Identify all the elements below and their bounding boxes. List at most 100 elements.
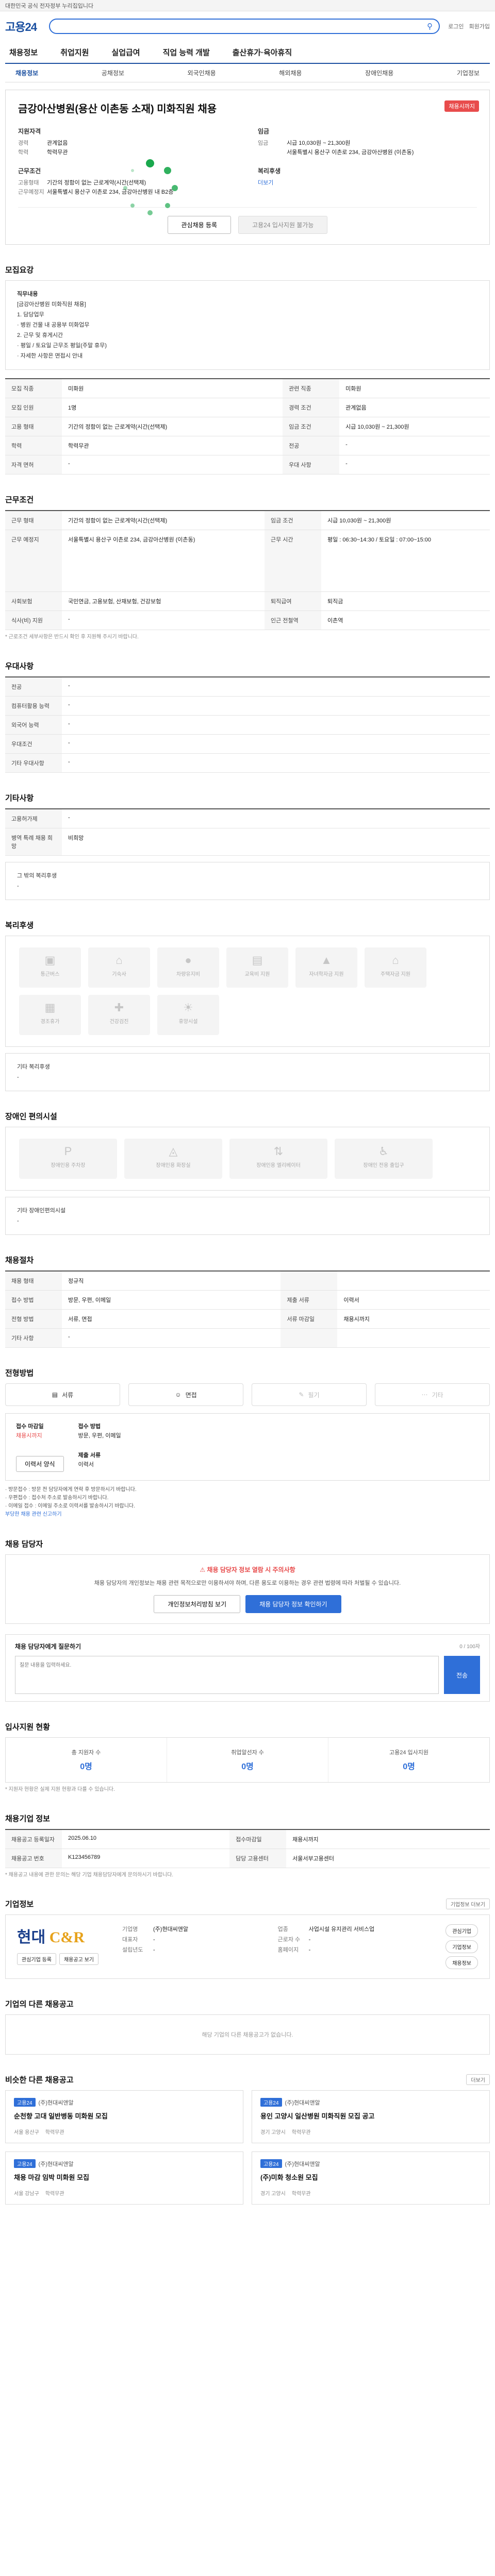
snb-item-company[interactable]: 기업정보 — [457, 69, 480, 77]
company-jobs-button[interactable]: 채용공고 보기 — [59, 1953, 98, 1965]
fav-company-button[interactable]: 관심기업 등록 — [17, 1953, 56, 1965]
card-meta: 학력무관 — [291, 2130, 311, 2136]
cell — [337, 1328, 490, 1348]
document-icon: ▤ — [52, 1391, 58, 1398]
status-label: 고용24 입사지원 — [389, 1750, 428, 1756]
company-side-button[interactable]: 관심기업 — [446, 1924, 478, 1937]
education-value: 학력무관 — [47, 149, 68, 156]
parking-icon: P — [64, 1145, 72, 1158]
status-row: 총 지원자 수 0명 취업알선자 수 0명 고용24 입사지원 0명 — [5, 1737, 490, 1783]
status-online: 고용24 입사지원 0명 — [328, 1738, 489, 1782]
snb-item-overseas[interactable]: 해외채용 — [279, 69, 302, 77]
gnb-item-training[interactable]: 직업 능력 개발 — [163, 47, 210, 58]
resume-form-button[interactable]: 이력서 양식 — [16, 1456, 64, 1472]
company-val: (주)현대씨앤알 — [153, 1926, 189, 1933]
job-card[interactable]: 고용24 (주)현대씨앤알 채용 마감 임박 미화원 모집 서울 강남구 학력무관 — [5, 2151, 243, 2205]
cell: - — [62, 611, 265, 630]
welfare-panel: ▣ 통근버스 ⌂ 기숙사 ● 차량유지비 ▤ 교육비 지원 ▲ 자녀학자금 지원 ⌂ 주택자… — [5, 936, 490, 1047]
site-logo[interactable]: 고용24 — [5, 18, 37, 35]
snb-item-foreign[interactable]: 외국인채용 — [188, 69, 216, 77]
graduation-icon: ▲ — [321, 954, 332, 967]
cell — [337, 1271, 490, 1291]
snb-item-disabled[interactable]: 장애인채용 — [365, 69, 393, 77]
card-company: (주)현대씨앤알 — [38, 2161, 74, 2167]
welfare-label: 자녀학자금 지원 — [309, 972, 344, 977]
card-title: 순천향 고대 일반병동 미화원 모집 — [14, 2112, 108, 2120]
gnb-item-unemployment-benefit[interactable]: 실업급여 — [111, 47, 140, 58]
signup-link[interactable]: 회원가입 — [469, 22, 490, 30]
cell: - — [62, 696, 490, 716]
gnb-item-jobs[interactable]: 채용정보 — [9, 47, 38, 58]
toilet-icon: ◬ — [169, 1145, 178, 1158]
cell: 학력무관 — [62, 436, 283, 455]
method-row: ▤ 서류 ☺ 면접 ✎ 필기 ⋯ 기타 — [5, 1383, 490, 1406]
selection-table: 채용 형태 정규직 접수 방법 방문, 우편, 이메일 제출 서류 이력서 전형 방법 서… — [5, 1270, 490, 1348]
cell: 채용공고 등록일자 — [5, 1829, 62, 1849]
notice-line: · 방문접수 : 방문 전 담당자에게 연락 후 방문하시기 바랍니다. — [5, 1487, 137, 1493]
etc-title: 기타사항 — [5, 794, 34, 803]
welfare-label: 건강검진 — [109, 1019, 129, 1025]
card-meta: 서울 용산구 — [14, 2130, 39, 2136]
facility-entrance: ♿ 장애인 전용 출입구 — [335, 1139, 433, 1179]
welfare-title: 복리후생 — [5, 921, 34, 930]
similar-cards: 고용24 (주)현대씨앤알 순천향 고대 일반병동 미화원 모집 서울 용산구 학력… — [5, 2090, 490, 2205]
company-val: - — [153, 1937, 155, 1943]
cell: 채용시까지 — [337, 1309, 490, 1329]
cell: 제출 서류 — [280, 1290, 338, 1310]
job-card[interactable]: 고용24 (주)현대씨앤알 순천향 고대 일반병동 미화원 모집 서울 용산구 학력… — [5, 2090, 243, 2143]
work-cond-table: 근무 형태 기간의 정함이 없는 근로계약(시간(선택제) 임금 조건 시급 10,0… — [5, 510, 490, 630]
company-logo-main: 현대 — [17, 1929, 46, 1946]
card-company: (주)현대씨앤알 — [38, 2100, 74, 2106]
company-more-link[interactable]: 기업정보 더보기 — [446, 1899, 490, 1909]
company-side-button[interactable]: 채용정보 — [446, 1956, 478, 1969]
welfare-label: 휴양시설 — [178, 1019, 198, 1025]
cell: 관계없음 — [339, 398, 490, 417]
welfare-more-link[interactable]: 더보기 — [258, 178, 273, 188]
cell: K123456789 — [62, 1849, 230, 1868]
cell: 1명 — [62, 398, 283, 417]
privacy-policy-button[interactable]: 개인정보처리방침 보기 — [154, 1595, 241, 1613]
etc-extra-label: 그 밖의 복리후생 — [17, 873, 57, 879]
welfare-other: 기타 복리후생 - — [5, 1053, 490, 1091]
car-icon: ● — [185, 954, 192, 967]
report-link[interactable]: 부당한 채용 관련 신고하기 — [5, 1511, 490, 1519]
cell: 이력서 — [337, 1290, 490, 1310]
welfare-label: 차량유지비 — [176, 972, 200, 977]
similar-more-link[interactable]: 더보기 — [466, 2074, 490, 2085]
cell: 모집 인원 — [5, 398, 62, 417]
qualification-heading: 지원자격 — [18, 128, 41, 135]
cell: 서류, 면접 — [62, 1309, 281, 1329]
cell: 근무 형태 — [5, 511, 62, 530]
search-input[interactable]: ⚲ — [48, 19, 440, 34]
job-card[interactable]: 고용24 (주)현대씨앤알 용인 고양시 일산병원 미화직원 모집 공고 경기 고… — [252, 2090, 490, 2143]
facility-elevator: ⇅ 장애인용 엘리베이터 — [229, 1139, 327, 1179]
gnb-item-leave[interactable]: 출산휴가·육아휴직 — [233, 47, 292, 58]
health-icon: ✚ — [114, 1001, 124, 1014]
job-card[interactable]: 고용24 (주)현대씨앤알 (주)미화 청소원 모집 경기 고양시 학력무관 — [252, 2151, 490, 2205]
card-meta: 경기 고양시 — [260, 2191, 286, 2197]
welfare-heading: 복리후생 — [258, 167, 281, 175]
login-link[interactable]: 로그인 — [448, 22, 464, 30]
cell: - — [62, 715, 490, 735]
inquiry-send-button[interactable]: 전송 — [444, 1656, 480, 1694]
cell: 정규직 — [62, 1271, 281, 1291]
company-side-button[interactable]: 기업정보 — [446, 1940, 478, 1953]
view-contact-button[interactable]: 채용 담당자 정보 확인하기 — [245, 1595, 341, 1613]
cell: 임금 조건 — [264, 511, 321, 530]
welfare-leave: ▦ 경조휴가 — [19, 995, 81, 1035]
apply-button[interactable]: 고용24 입사지원 불가능 — [238, 216, 328, 234]
inquiry-textarea[interactable] — [15, 1656, 439, 1694]
selection-title: 채용절차 — [5, 1256, 34, 1265]
deadline-label: 접수 마감일 — [16, 1423, 44, 1430]
welfare-other-label: 기타 복리후생 — [17, 1064, 50, 1070]
wage-heading: 임금 — [258, 128, 270, 135]
cell: 서울서부고용센터 — [286, 1849, 490, 1868]
snb-item-public[interactable]: 공채정보 — [102, 69, 124, 77]
company-val: - — [153, 1947, 155, 1953]
search-icon[interactable]: ⚲ — [427, 22, 433, 31]
apply-method-value: 방문, 우편, 이메일 — [78, 1433, 121, 1439]
welfare-label: 경조휴가 — [40, 1019, 60, 1025]
disability-panel: P 장애인용 주차장 ◬ 장애인용 화장실 ⇅ 장애인용 엘리베이터 ♿ 장애인 전용 … — [5, 1127, 490, 1191]
gnb-item-employment-support[interactable]: 취업지원 — [60, 47, 89, 58]
snb-item-jobs[interactable]: 채용정보 — [15, 69, 38, 77]
